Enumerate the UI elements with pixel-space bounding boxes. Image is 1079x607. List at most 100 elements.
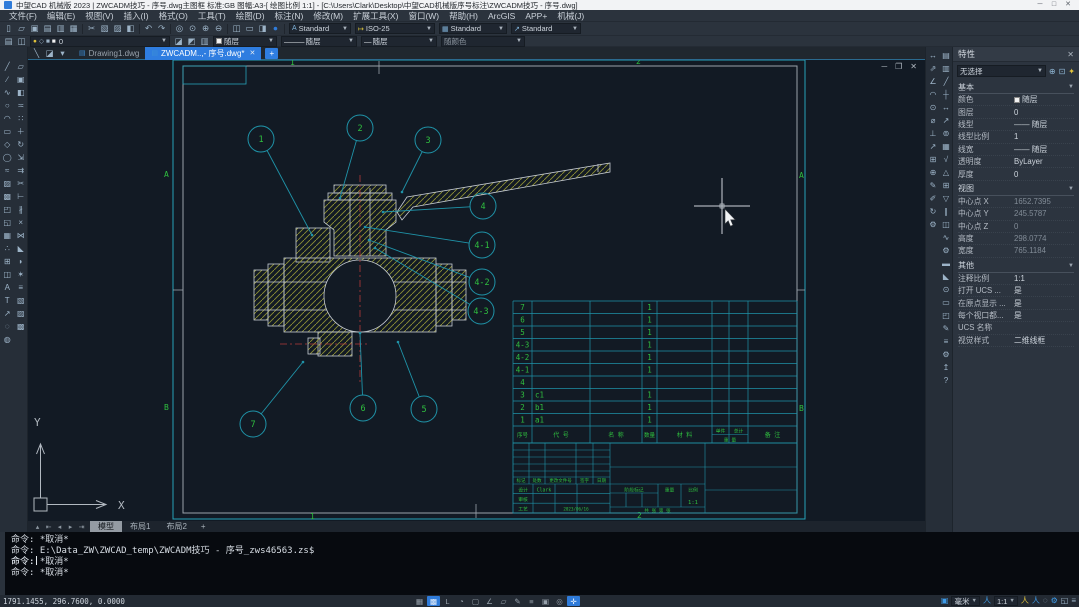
mtext-icon[interactable]: T xyxy=(1,294,13,306)
zoom-window-icon[interactable]: ⊕ xyxy=(199,23,212,34)
tolerance-frame-icon[interactable]: ⊞ xyxy=(940,179,952,191)
dim-diameter-icon[interactable]: ⌀ xyxy=(927,114,939,126)
cycle-toggle-icon[interactable]: ◎ xyxy=(553,596,566,606)
mirror-icon[interactable]: ◧ xyxy=(15,86,27,98)
named-views-icon[interactable]: ▭ xyxy=(243,23,256,34)
osnap-toggle-icon[interactable]: ▢ xyxy=(469,596,482,606)
image-icon[interactable]: ◨ xyxy=(256,23,269,34)
close-button[interactable]: ✕ xyxy=(1061,0,1075,10)
section-header[interactable]: 视图▼ xyxy=(958,183,1074,196)
join-icon[interactable]: ⋈ xyxy=(15,229,27,241)
layer-properties-icon[interactable]: ▤ xyxy=(2,36,15,47)
arc-icon[interactable]: ◠ xyxy=(1,112,13,124)
tab-list-caret-icon[interactable]: ▾ xyxy=(56,47,69,59)
viewports-icon[interactable]: ◫ xyxy=(230,23,243,34)
offset-icon[interactable]: ≍ xyxy=(15,99,27,111)
line-icon[interactable]: ╱ xyxy=(1,60,13,72)
dim-radius-icon[interactable]: ⊙ xyxy=(927,101,939,113)
menu-item[interactable]: 机械(J) xyxy=(552,10,589,22)
pan-icon[interactable]: ◎ xyxy=(173,23,186,34)
title-block[interactable]: 标记处数更改文件号签字日期设计Clark审核工艺2023/06/16阶段标记重量… xyxy=(513,443,797,514)
balloon-callout[interactable]: 6 xyxy=(350,332,376,421)
next-tab-icon[interactable]: ▸ xyxy=(65,523,76,531)
boundary-icon[interactable]: ◰ xyxy=(1,203,13,215)
dim-text-edit-icon[interactable]: ✐ xyxy=(927,192,939,204)
dim-update-icon[interactable]: ↻ xyxy=(927,205,939,217)
menu-item[interactable]: 插入(I) xyxy=(119,10,154,22)
dyn-input-toggle-icon[interactable]: ✎ xyxy=(511,596,524,606)
dim-arc-icon[interactable]: ◠ xyxy=(927,88,939,100)
status-menu-icon[interactable]: ≡ xyxy=(1071,596,1076,606)
document-tab[interactable]: ▤Drawing1.dwg xyxy=(73,47,145,60)
mleader-style-combo[interactable]: ↗ Standard ▼ xyxy=(511,23,581,34)
menu-item[interactable]: 标注(N) xyxy=(270,10,309,22)
export-icon[interactable]: ↥ xyxy=(940,361,952,373)
add-layout-button[interactable]: + xyxy=(195,522,212,531)
table-style-combo[interactable]: ▦ Standard ▼ xyxy=(439,23,507,34)
mech-construction-icon[interactable]: ╱ xyxy=(940,75,952,87)
bearing-icon[interactable]: ◫ xyxy=(940,218,952,230)
mech-help-icon[interactable]: ? xyxy=(940,374,952,386)
doc-minimize-icon[interactable]: ─ xyxy=(881,63,887,71)
bom-table-icon[interactable]: ▦ xyxy=(940,140,952,152)
section-header[interactable]: 其他▼ xyxy=(958,260,1074,273)
surface-finish-icon[interactable]: √ xyxy=(940,153,952,165)
help-icon[interactable]: ● xyxy=(269,23,282,34)
layout-tab-布局1[interactable]: 布局1 xyxy=(122,521,158,532)
color-combo[interactable]: 随层 ▼ xyxy=(213,36,277,47)
rotate-icon[interactable]: ↻ xyxy=(15,138,27,150)
property-row[interactable]: 厚度0 xyxy=(958,168,1074,180)
chamfer-icon[interactable]: ◣ xyxy=(15,242,27,254)
property-row[interactable]: 图层0 xyxy=(958,106,1074,118)
new-document-button[interactable]: + xyxy=(265,48,278,59)
dim-angular-icon[interactable]: ∠ xyxy=(927,75,939,87)
copy-object-icon[interactable]: ▣ xyxy=(15,73,27,85)
balloon-icon[interactable]: ⊚ xyxy=(940,127,952,139)
property-row[interactable]: 线型比例1 xyxy=(958,131,1074,143)
layer-lock-icon[interactable]: ■ xyxy=(46,36,50,47)
balloon-callout[interactable]: 7 xyxy=(240,361,304,437)
bolt-icon[interactable]: ∥ xyxy=(940,205,952,217)
spline-icon[interactable]: ≈ xyxy=(1,164,13,176)
undo-icon[interactable]: ↶ xyxy=(142,23,155,34)
drawing-canvas[interactable]: ─❐✕ xyxy=(28,60,925,521)
annotate-icon[interactable]: ✎ xyxy=(940,322,952,334)
zoom-realtime-icon[interactable]: ⊙ xyxy=(186,23,199,34)
construction-line-icon[interactable]: ∕ xyxy=(1,73,13,85)
text-icon[interactable]: A xyxy=(1,281,13,293)
property-row[interactable]: 在原点显示 ...是 xyxy=(958,297,1074,309)
circle-icon[interactable]: ○ xyxy=(1,99,13,111)
dim-tolerance-icon[interactable]: ⊞ xyxy=(927,153,939,165)
menu-item[interactable]: 绘图(D) xyxy=(231,10,270,22)
dim-linear-icon[interactable]: ↔ xyxy=(927,49,939,61)
annotation-autoscale-icon[interactable]: 人 xyxy=(1032,596,1040,606)
property-row[interactable]: 中心点 Z0 xyxy=(958,221,1074,233)
erase-icon[interactable]: ▱ xyxy=(15,60,27,72)
maximize-button[interactable]: □ xyxy=(1047,0,1061,10)
chamfer-tool-icon[interactable]: ◣ xyxy=(940,270,952,282)
hole-chart-icon[interactable]: ⊙ xyxy=(940,283,952,295)
fullscreen-icon[interactable]: ◱ xyxy=(1061,596,1069,606)
mech-centerline-icon[interactable]: ┼ xyxy=(940,88,952,100)
open-icon[interactable]: ▱ xyxy=(15,23,28,34)
point-icon[interactable]: ∴ xyxy=(1,242,13,254)
menu-item[interactable]: 视图(V) xyxy=(80,10,118,22)
layout-tab-布局2[interactable]: 布局2 xyxy=(158,521,194,532)
layer-freeze-icon[interactable]: ◇ xyxy=(39,36,44,47)
prev-tab-icon[interactable]: ◂ xyxy=(54,523,65,531)
part-library-icon[interactable]: ◰ xyxy=(940,309,952,321)
ortho-toggle-icon[interactable]: L xyxy=(441,596,454,606)
match-properties-icon[interactable]: ◧ xyxy=(124,23,137,34)
paste-clip-icon[interactable]: ▧ xyxy=(15,294,27,306)
property-row[interactable]: 线宽—— 随层 xyxy=(958,144,1074,156)
menu-item[interactable]: ArcGIS xyxy=(483,10,520,22)
paste-icon[interactable]: ▨ xyxy=(111,23,124,34)
plot-icon[interactable]: ▥ xyxy=(54,23,67,34)
new-icon[interactable]: ▯ xyxy=(2,23,15,34)
trim-icon[interactable]: ✂ xyxy=(15,177,27,189)
grid-toggle-icon[interactable]: ▦ xyxy=(413,596,426,606)
select-objects-icon[interactable]: ⊡ xyxy=(1059,67,1066,76)
otrack-toggle-icon[interactable]: ∠ xyxy=(483,596,496,606)
property-row[interactable]: 每个视口都...是 xyxy=(958,310,1074,322)
annotation-scale-combo[interactable]: 1:1 ▼ xyxy=(994,596,1018,606)
